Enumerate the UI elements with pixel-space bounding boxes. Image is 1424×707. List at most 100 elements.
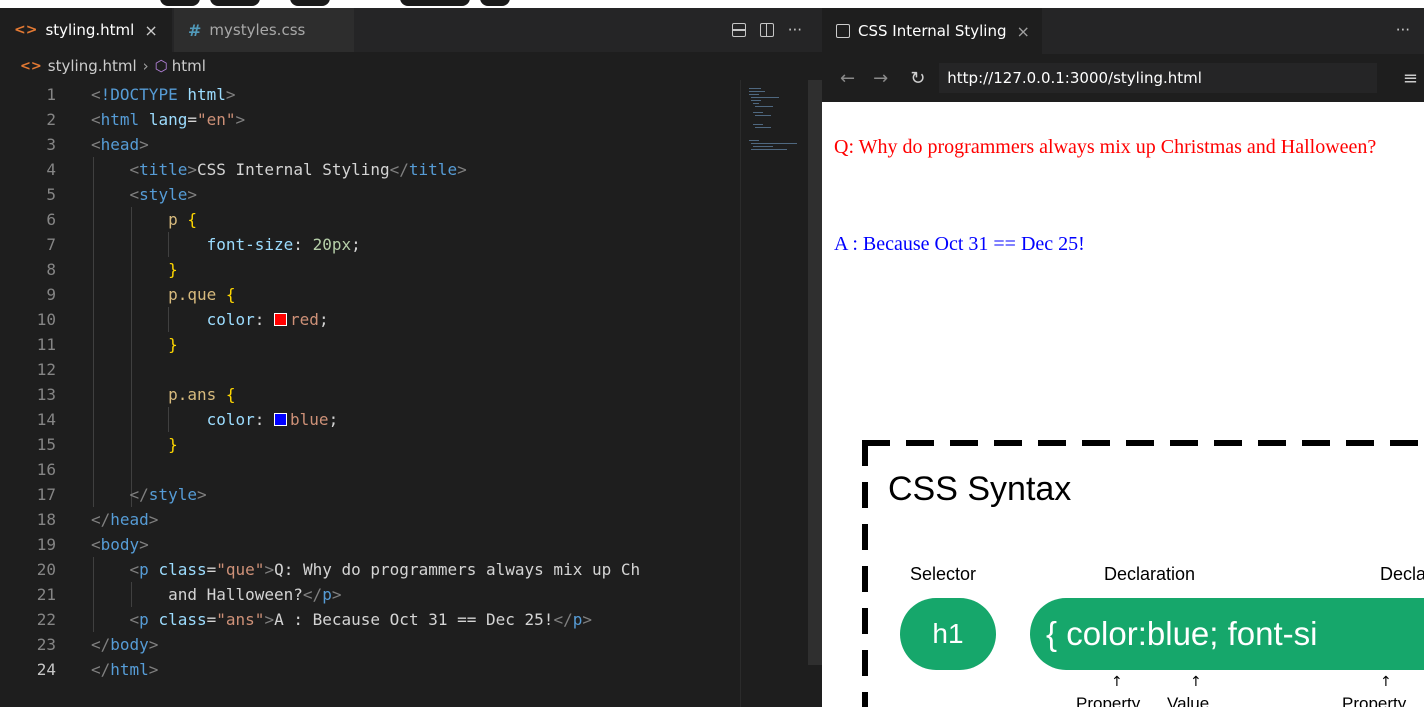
editor-tab-bar: <> styling.html × # mystyles.css ··· [0,8,822,52]
minimap-line [749,94,759,95]
code-line: 19 <body> [36,535,149,554]
code-line: 9 p.que { [46,285,236,304]
browser-preview: CSS Internal Styling × ··· ← → ↻ http://… [822,8,1424,707]
code-line: 11 } [36,335,178,354]
top-strip [0,0,1424,8]
up-arrow-icon: ↑ [1111,674,1123,690]
code-line: 22 <p class="ans">A : Because Oct 31 == … [36,610,592,629]
tab-label: mystyles.css [209,21,306,39]
html-file-icon: <> [14,22,38,38]
code-line: 23 </body> [36,635,159,654]
dashed-border-top [862,440,1424,446]
code-line: 15 } [36,435,178,454]
code-line: 6 p { [46,210,197,229]
css-file-icon: # [188,20,202,40]
tab-css-internal-styling[interactable]: CSS Internal Styling × [822,8,1042,54]
code-line: 8 } [46,260,178,279]
open-preview-icon[interactable] [731,23,746,37]
rendered-page: Q: Why do programmers always mix up Chri… [822,102,1424,707]
breadcrumb-file[interactable]: styling.html [48,57,137,75]
minimap-line [751,149,787,150]
code-line: 16 [36,460,56,479]
minimap-line [755,106,773,107]
selector-pill: h1 [900,598,996,670]
breadcrumb-separator: › [142,57,149,75]
tab-styling-html[interactable]: <> styling.html × [0,8,172,52]
tab-mystyles-css[interactable]: # mystyles.css [174,8,354,52]
close-icon[interactable]: × [144,21,157,40]
minimap-line [753,103,759,104]
breadcrumb: <> styling.html › ⬡ html [0,52,822,80]
minimap-line [753,146,773,147]
breadcrumb-node[interactable]: html [172,57,206,75]
browser-tab-bar: CSS Internal Styling × ··· [822,8,1424,54]
cropped-text-shape [210,0,260,6]
reload-icon[interactable]: ↻ [910,68,925,89]
code-line: 3 <head> [46,135,149,154]
declaration-pill: { color:blue; font-si [1030,598,1424,670]
cropped-text-shape [290,0,330,6]
dashed-border-left [862,440,868,707]
code-line: 13 p.ans { [36,385,236,404]
element-node-icon: ⬡ [154,57,168,75]
close-icon[interactable]: × [1017,22,1030,41]
code-line: 1 <!DOCTYPE html> [46,85,236,104]
declaration-label-2: Decla [1380,564,1424,584]
minimap-line [751,97,779,98]
tab-label: CSS Internal Styling [858,22,1007,40]
code-line: 7 font-size: 20px; [46,235,361,254]
minimap-line [753,124,763,125]
code-line: 20 <p class="que">Q: Why do programmers … [36,560,641,579]
code-line: 17 </style> [36,485,207,504]
code-line: 21 and Halloween?</p> [36,585,342,604]
answer-text: A : Because Oct 31 == Dec 25! [834,233,1085,255]
code-line-current: 24 </html> [0,657,159,682]
current-line-number: 24 [36,660,56,679]
property-label-2: Property [1342,694,1407,707]
more-actions-icon[interactable]: ··· [788,21,802,39]
menu-icon[interactable]: ≡ [1403,68,1418,89]
code-line: 10 color: red; [36,310,329,329]
declaration-label: Declaration [1104,564,1196,584]
minimap-line [753,112,763,113]
up-arrow-icon: ↑ [1190,674,1202,690]
up-arrow-icon: ↑ [1380,674,1392,690]
code-editor: <> styling.html × # mystyles.css ··· <> … [0,8,822,707]
code-line: 4 <title>CSS Internal Styling</title> [46,160,467,179]
browser-nav-bar: ← → ↻ http://127.0.0.1:3000/styling.html… [822,54,1424,102]
cropped-text-shape [160,0,200,6]
cropped-text-shape [480,0,510,6]
code-line: 5 <style> [46,185,197,204]
minimap-line [755,127,771,128]
minimap-line [749,88,761,89]
color-swatch-red[interactable] [274,313,288,326]
forward-arrow-icon[interactable]: → [873,68,888,89]
cropped-text-shape [400,0,470,6]
minimap-line [749,140,759,141]
minimap-line [749,91,765,92]
diagram-title: CSS Syntax [888,470,1072,508]
minimap-line [755,115,771,116]
editor-actions: ··· [731,8,802,52]
code-area[interactable]: 1 <!DOCTYPE html> 2 <html lang="en"> 3 <hea… [0,82,740,707]
html-file-icon: <> [20,58,42,74]
color-swatch-blue[interactable] [274,413,288,426]
browser-window-icon [836,24,850,38]
question-text: Q: Why do programmers always mix up Chri… [834,136,1377,158]
minimap-line [751,143,797,144]
code-line: 12 [36,360,56,379]
property-label: Property [1076,694,1141,707]
back-arrow-icon[interactable]: ← [840,68,855,89]
css-syntax-diagram: CSS Syntax Selector Declaration Decla h1… [862,440,1424,707]
value-label: Value [1167,694,1210,707]
tab-label: styling.html [45,21,135,39]
vertical-scrollbar[interactable] [808,80,822,665]
split-editor-icon[interactable] [759,23,774,37]
more-actions-icon[interactable]: ··· [1396,21,1410,39]
selector-label: Selector [910,564,977,584]
code-line: 2 <html lang="en"> [46,110,246,129]
minimap-line [751,100,761,101]
code-line: 18 </head> [36,510,159,529]
code-line: 14 color: blue; [36,410,339,429]
url-input[interactable]: http://127.0.0.1:3000/styling.html [939,63,1378,93]
